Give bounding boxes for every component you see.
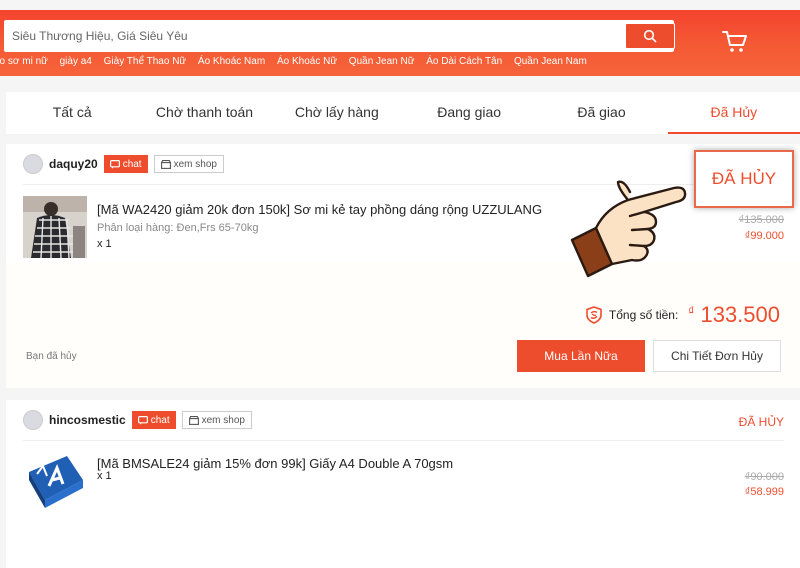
- keyword-link[interactable]: Quần Jean Nam: [514, 56, 587, 67]
- status-badge: ĐÃ HỦY: [694, 150, 794, 208]
- keyword-link[interactable]: Áo Dài Cách Tân: [426, 56, 502, 67]
- keyword-link[interactable]: Áo Khoác Nam: [198, 56, 265, 67]
- keyword-link[interactable]: Giày Thể Thao Nữ: [104, 56, 186, 67]
- buy-again-button[interactable]: Mua Lần Nữa: [517, 340, 645, 372]
- product-quantity: x 1: [97, 470, 112, 482]
- sale-price: ₫99.000: [744, 230, 784, 242]
- view-shop-button[interactable]: xem shop: [153, 155, 224, 173]
- trending-keywords: áo sơ mi nữ giày a4 Giày Thể Thao Nữ Áo …: [0, 56, 596, 70]
- tab-all[interactable]: Tất cả: [6, 92, 138, 134]
- product-image-paper[interactable]: [23, 450, 87, 512]
- cart-icon[interactable]: [722, 30, 748, 54]
- tab-awaiting-pickup[interactable]: Chờ lấy hàng: [271, 92, 403, 134]
- divider: [23, 440, 784, 441]
- chat-button[interactable]: chat: [131, 411, 176, 429]
- order-item[interactable]: [Mã BMSALE24 giảm 15% đơn 99k] Giấy A4 D…: [23, 450, 784, 520]
- original-price: ₫90.000: [744, 471, 784, 483]
- shop-avatar[interactable]: [23, 154, 43, 174]
- product-title[interactable]: [Mã BMSALE24 giảm 15% đơn 99k] Giấy A4 D…: [97, 456, 453, 471]
- shield-icon: [586, 306, 602, 324]
- search-input[interactable]: [12, 20, 612, 52]
- chat-icon: [109, 159, 120, 169]
- search-box: [4, 20, 675, 52]
- header-top-strip: [0, 0, 800, 10]
- view-shop-label: xem shop: [201, 414, 245, 426]
- product-image-shirt[interactable]: [23, 196, 87, 258]
- hand-pointer-icon: [570, 180, 687, 278]
- shop-name[interactable]: hincosmestic: [49, 413, 126, 427]
- keyword-link[interactable]: Áo Khoác Nữ: [277, 56, 337, 67]
- tab-awaiting-payment[interactable]: Chờ thanh toán: [138, 92, 270, 134]
- order-card: hincosmestic chat xem shop ĐÃ HỦY [Mã BM…: [6, 400, 800, 568]
- product-title[interactable]: [Mã WA2420 giảm 20k đơn 150k] Sơ mi kẻ t…: [97, 202, 542, 217]
- order-header: hincosmestic chat xem shop ĐÃ HỦY: [6, 400, 800, 440]
- order-total: Tổng số tiền: ₫ 133.500: [585, 302, 780, 328]
- shop-icon: [160, 159, 171, 169]
- order-status-tabs: Tất cả Chờ thanh toán Chờ lấy hàng Đang …: [6, 92, 800, 134]
- total-currency: ₫: [688, 304, 695, 318]
- shop-name[interactable]: daquy20: [49, 157, 98, 171]
- cancel-note: Bạn đã hủy: [26, 351, 77, 362]
- chat-button[interactable]: chat: [103, 155, 148, 173]
- tab-shipping[interactable]: Đang giao: [403, 92, 535, 134]
- product-quantity: x 1: [97, 238, 112, 250]
- search-button[interactable]: [625, 23, 675, 49]
- total-label: Tổng số tiền:: [608, 308, 679, 322]
- sale-price: ₫58.999: [744, 486, 784, 498]
- top-header: áo sơ mi nữ giày a4 Giày Thể Thao Nữ Áo …: [0, 0, 800, 76]
- view-shop-button[interactable]: xem shop: [181, 411, 252, 429]
- status-badge: ĐÃ HỦY: [738, 415, 784, 429]
- product-variant: Phân loại hàng: Đen,Frs 65-70kg: [97, 222, 259, 234]
- keyword-link[interactable]: giày a4: [60, 56, 92, 67]
- view-shop-label: xem shop: [173, 158, 217, 170]
- original-price: ₫135.000: [738, 214, 784, 226]
- tab-delivered[interactable]: Đã giao: [535, 92, 667, 134]
- chat-button-label: chat: [150, 414, 170, 426]
- tab-cancelled[interactable]: Đã Hủy: [667, 92, 800, 134]
- chat-icon: [137, 415, 148, 425]
- keyword-link[interactable]: áo sơ mi nữ: [0, 56, 48, 67]
- chat-button-label: chat: [122, 158, 142, 170]
- shop-icon: [188, 415, 199, 425]
- total-amount: 133.500: [700, 302, 780, 327]
- keyword-link[interactable]: Quần Jean Nữ: [349, 56, 415, 67]
- shop-avatar[interactable]: [23, 410, 43, 430]
- search-icon: [643, 29, 657, 43]
- cancel-details-button[interactable]: Chi Tiết Đơn Hủy: [653, 340, 781, 372]
